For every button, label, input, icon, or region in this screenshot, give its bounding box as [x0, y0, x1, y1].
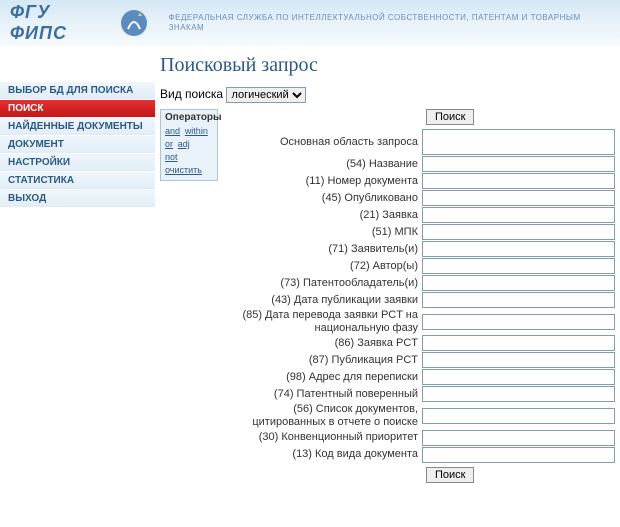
sidebar-item-statistics[interactable]: СТАТИСТИКА	[0, 172, 155, 190]
sidebar-item-search[interactable]: ПОИСК	[0, 100, 155, 118]
form-area: Поиск Основная область запроса (54) Назв…	[222, 109, 615, 483]
operators-box: Операторы and within or adj not очистить	[160, 109, 218, 181]
field-label-72: (72) Автор(ы)	[222, 260, 422, 273]
operator-within[interactable]: within	[185, 126, 208, 138]
field-input-21[interactable]	[422, 207, 615, 223]
field-label-73: (73) Патентообладатель(и)	[222, 277, 422, 290]
sidebar-item-document[interactable]: ДОКУМЕНТ	[0, 136, 155, 154]
main: Поисковый запрос Вид поиска логический О…	[155, 46, 620, 493]
operator-adj[interactable]: adj	[178, 139, 190, 151]
field-label-43: (43) Дата публикации заявки	[222, 294, 422, 307]
field-input-56[interactable]	[422, 408, 615, 424]
field-input-71[interactable]	[422, 241, 615, 257]
search-type-row: Вид поиска логический	[160, 87, 615, 103]
field-input-72[interactable]	[422, 258, 615, 274]
field-label-98: (98) Адрес для переписки	[222, 371, 422, 384]
operators-title: Операторы	[161, 110, 217, 125]
field-input-45[interactable]	[422, 190, 615, 206]
field-input-54[interactable]	[422, 156, 615, 172]
operator-and[interactable]: and	[165, 126, 180, 138]
search-button-bottom[interactable]: Поиск	[426, 467, 474, 483]
header-subtitle: ФЕДЕРАЛЬНАЯ СЛУЖБА ПО ИНТЕЛЛЕКТУАЛЬНОЙ С…	[169, 13, 610, 32]
field-input-86[interactable]	[422, 335, 615, 351]
page-title: Поисковый запрос	[160, 54, 615, 77]
field-label-54: (54) Название	[222, 158, 422, 171]
field-label-87: (87) Публикация PCT	[222, 354, 422, 367]
search-type-label: Вид поиска	[160, 87, 223, 101]
field-input-74[interactable]	[422, 386, 615, 402]
sidebar-item-select-db[interactable]: ВЫБОР БД ДЛЯ ПОИСКА	[0, 82, 155, 100]
logo-text: ФГУ ФИПС	[10, 2, 111, 44]
field-label-main: Основная область запроса	[222, 136, 422, 149]
sidebar-item-found-docs[interactable]: НАЙДЕННЫЕ ДОКУМЕНТЫ	[0, 118, 155, 136]
field-label-74: (74) Патентный поверенный	[222, 388, 422, 401]
field-label-21: (21) Заявка	[222, 209, 422, 222]
search-type-select[interactable]: логический	[226, 87, 306, 103]
operator-or[interactable]: or	[165, 139, 173, 151]
field-label-85: (85) Дата перевода заявки PCT на национа…	[222, 309, 422, 334]
field-label-56: (56) Список документов, цитированных в о…	[222, 403, 422, 428]
field-label-45: (45) Опубликовано	[222, 192, 422, 205]
field-input-85[interactable]	[422, 314, 615, 330]
field-input-51[interactable]	[422, 224, 615, 240]
field-input-main[interactable]	[422, 129, 615, 155]
field-label-30: (30) Конвенционный приоритет	[222, 431, 422, 444]
sidebar-item-settings[interactable]: НАСТРОЙКИ	[0, 154, 155, 172]
operator-clear[interactable]: очистить	[165, 165, 202, 177]
field-input-73[interactable]	[422, 275, 615, 291]
field-label-86: (86) Заявка PCT	[222, 337, 422, 350]
header: ФГУ ФИПС ФЕДЕРАЛЬНАЯ СЛУЖБА ПО ИНТЕЛЛЕКТ…	[0, 0, 620, 46]
field-label-11: (11) Номер документа	[222, 175, 422, 188]
field-label-51: (51) МПК	[222, 226, 422, 239]
field-label-13: (13) Код вида документа	[222, 448, 422, 461]
field-input-30[interactable]	[422, 430, 615, 446]
sidebar-item-exit[interactable]: ВЫХОД	[0, 190, 155, 208]
field-input-11[interactable]	[422, 173, 615, 189]
operator-not[interactable]: not	[165, 152, 178, 164]
field-input-13[interactable]	[422, 447, 615, 463]
field-input-98[interactable]	[422, 369, 615, 385]
search-button-top[interactable]: Поиск	[426, 109, 474, 125]
sidebar: ВЫБОР БД ДЛЯ ПОИСКА ПОИСК НАЙДЕННЫЕ ДОКУ…	[0, 46, 155, 493]
field-label-71: (71) Заявитель(и)	[222, 243, 422, 256]
logo-icon	[119, 8, 148, 38]
field-input-87[interactable]	[422, 352, 615, 368]
field-input-43[interactable]	[422, 292, 615, 308]
